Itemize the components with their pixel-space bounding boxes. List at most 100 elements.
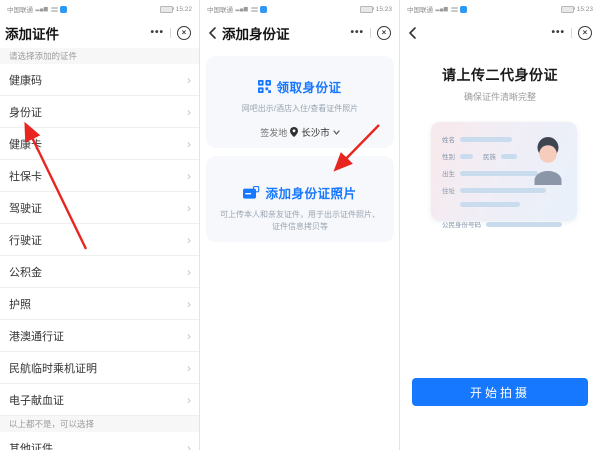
list-item-label: 电子献血证 [9, 392, 64, 408]
more-icon[interactable]: ••• [350, 28, 364, 38]
footer-hint: 以上都不是，可以选择 [0, 416, 199, 432]
number-placeholder [486, 222, 562, 227]
status-right: 15:23 [561, 6, 593, 13]
chevron-right-icon: › [187, 202, 191, 214]
list-item[interactable]: 民航临时乘机证明 › [0, 352, 199, 384]
close-icon[interactable]: × [578, 26, 592, 40]
add-id-photo-card[interactable]: 添加身份证照片 可上传本人和亲友证件，用于出示证件照片、 证件信息拷贝等 [206, 156, 394, 242]
add-id-photo-title: 添加身份证照片 [265, 183, 356, 202]
list-item[interactable]: 健康卡 › [0, 128, 199, 160]
signal-bars-icon: ▂▄▆ [36, 6, 49, 12]
status-left: 中国联通 ▂▄▆ [7, 4, 67, 14]
more-icon[interactable]: ••• [150, 28, 164, 38]
birth-label: 出生 [442, 168, 455, 178]
subtitle-line-1: 可上传本人和亲友证件，用于出示证件照片、 [220, 210, 380, 219]
list-item-label: 身份证 [9, 104, 42, 120]
list-item[interactable]: 港澳通行证 › [0, 320, 199, 352]
panel-upload-id: 中国联通 ▂▄▆ 15:23 ••• × 请上传二代身份证 确保证件清晰完整 [400, 0, 600, 450]
name-placeholder [460, 137, 512, 142]
qr-code-icon [258, 80, 271, 93]
list-item[interactable]: 社保卡 › [0, 160, 199, 192]
chevron-right-icon: › [187, 74, 191, 86]
chevron-right-icon: › [187, 234, 191, 246]
app-badge-icon [260, 6, 267, 13]
carrier-label: 中国联通 [207, 4, 233, 14]
receive-id-card[interactable]: 领取身份证 网吧出示/酒店入住/查看证件照片 签发地 长沙市 [206, 56, 394, 148]
list-item-label: 健康码 [9, 72, 42, 88]
list-item[interactable]: 健康码 › [0, 64, 199, 96]
list-item-label: 健康卡 [9, 136, 42, 152]
location-pin-icon [290, 127, 298, 137]
status-bar: 中国联通 ▂▄▆ 15:22 [0, 0, 199, 18]
signal-bars-icon: ▂▄▆ [236, 6, 249, 12]
list-item-label: 护照 [9, 296, 31, 312]
add-id-photo-title-row: 添加身份证照片 [206, 183, 394, 202]
address-placeholder-1 [460, 188, 546, 193]
id-row-address-2 [442, 202, 567, 207]
list-item[interactable]: 行驶证 › [0, 224, 199, 256]
address-label: 住址 [442, 185, 455, 195]
status-left: 中国联通 ▂▄▆ [207, 4, 267, 14]
app-badge-icon [60, 6, 67, 13]
list-item[interactable]: 驾驶证 › [0, 192, 199, 224]
birth-placeholder [460, 171, 538, 176]
chevron-right-icon: › [187, 106, 191, 118]
network-speed-indicator [451, 6, 458, 12]
nav-bar: 添加证件 ••• × [0, 18, 199, 48]
list-item[interactable]: 电子献血证 › [0, 384, 199, 416]
clock-label: 15:23 [577, 6, 593, 13]
gender-placeholder [460, 154, 473, 159]
id-row-number: 公民身份号码 [442, 219, 567, 229]
list-item[interactable]: 护照 › [0, 288, 199, 320]
section-hint: 请选择添加的证件 [0, 48, 199, 64]
battery-icon [160, 6, 173, 13]
receive-id-subtitle: 网吧出示/酒店入住/查看证件照片 [206, 103, 394, 115]
list-item-label: 港澳通行证 [9, 328, 64, 344]
list-item-label: 民航临时乘机证明 [9, 360, 97, 376]
chevron-right-icon: › [187, 362, 191, 374]
close-icon[interactable]: × [177, 26, 191, 40]
upload-subtitle: 确保证件清晰完整 [400, 90, 600, 103]
back-icon[interactable] [208, 27, 216, 39]
issue-city-value: 长沙市 [301, 125, 330, 139]
nav-divider [571, 28, 572, 38]
issue-place-label: 签发地 [260, 126, 287, 139]
ethnic-placeholder [501, 154, 517, 159]
id-row-address: 住址 [442, 185, 567, 195]
screenshot-root: 中国联通 ▂▄▆ 15:22 添加证件 ••• × 请选择添加的证件 健康码 › [0, 0, 600, 450]
network-speed-indicator [251, 6, 258, 12]
status-left: 中国联通 ▂▄▆ [407, 4, 467, 14]
list-item-label: 其他证件 [9, 440, 53, 450]
page-title: 添加身份证 [222, 23, 290, 43]
more-icon[interactable]: ••• [551, 28, 565, 38]
receive-id-title-row: 领取身份证 [206, 77, 394, 96]
battery-icon [561, 6, 574, 13]
list-item[interactable]: 公积金 › [0, 256, 199, 288]
close-icon[interactable]: × [377, 26, 391, 40]
list-item[interactable]: 身份证 › [0, 96, 199, 128]
chevron-right-icon: › [187, 298, 191, 310]
list-item-label: 行驶证 [9, 232, 42, 248]
list-item-label: 驾驶证 [9, 200, 42, 216]
gender-label: 性别 [442, 151, 455, 161]
nav-bar: ••• × [400, 18, 600, 48]
status-bar: 中国联通 ▂▄▆ 15:23 [200, 0, 399, 18]
list-item-other[interactable]: 其他证件 › [0, 432, 199, 450]
status-right: 15:22 [160, 6, 192, 13]
clock-label: 15:23 [376, 6, 392, 13]
nav-actions: ••• × [150, 26, 191, 40]
add-id-photo-subtitle: 可上传本人和亲友证件，用于出示证件照片、 证件信息拷贝等 [206, 209, 394, 234]
carrier-label: 中国联通 [407, 4, 433, 14]
chevron-right-icon: › [187, 266, 191, 278]
battery-icon [360, 6, 373, 13]
network-speed-indicator [51, 6, 58, 12]
document-list: 健康码 › 身份证 › 健康卡 › 社保卡 › 驾驶证 › 行驶证 › 公积金 … [0, 64, 199, 416]
id-card-photo-icon [243, 186, 260, 199]
nav-actions: ••• × [551, 26, 592, 40]
issue-place-selector[interactable]: 签发地 长沙市 [206, 125, 394, 139]
chevron-right-icon: › [187, 442, 191, 450]
start-capture-button[interactable]: 开始拍摄 [412, 378, 588, 406]
ethnic-label: 民族 [483, 151, 496, 161]
back-icon[interactable] [408, 27, 416, 39]
signal-bars-icon: ▂▄▆ [436, 6, 449, 12]
